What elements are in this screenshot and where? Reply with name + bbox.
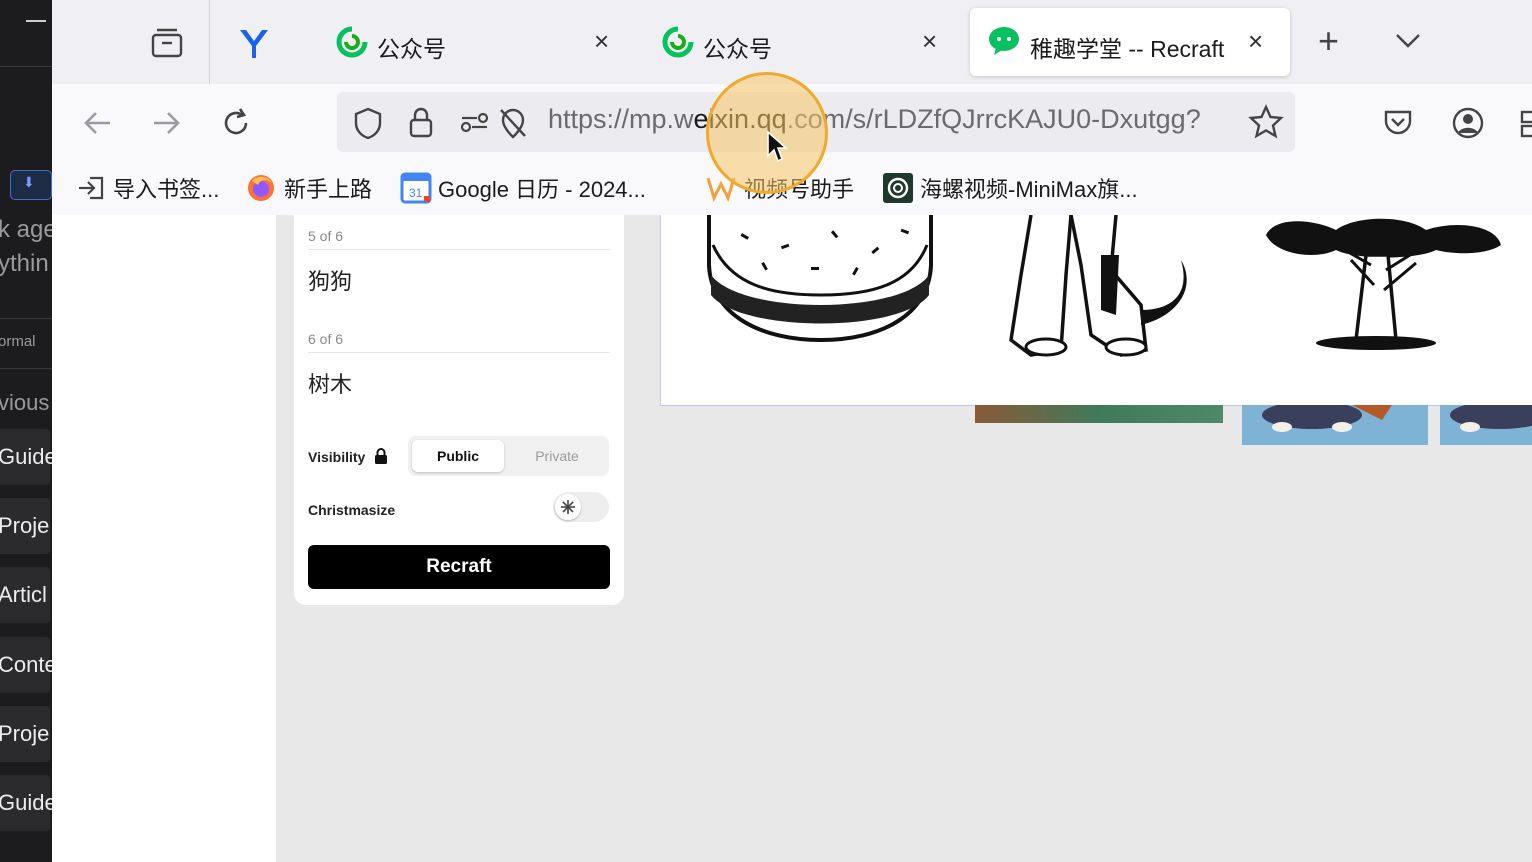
divider (0, 66, 52, 67)
donut-image[interactable] (701, 215, 941, 375)
gongzhonghao-icon (662, 26, 694, 63)
divider (0, 368, 52, 369)
new-tab-icon[interactable]: + (1318, 20, 1339, 62)
url-text[interactable]: https://mp.weixin.qq.com/s/rLDZfQJrrcKAJ… (548, 104, 1238, 135)
download-icon: ⬇ (23, 174, 35, 190)
divider (308, 352, 610, 353)
pocket-icon[interactable] (1382, 106, 1414, 143)
divider (0, 318, 52, 319)
visibility-private-option[interactable]: Private (508, 440, 606, 472)
partial-text: ythin (0, 250, 49, 277)
firefox-icon (246, 173, 276, 208)
mouse-pointer-icon (766, 130, 789, 169)
tab-gongzhonghao-2[interactable]: 公众号 × (656, 0, 956, 84)
recraft-button[interactable]: Recraft (308, 545, 610, 589)
permissions-icon[interactable] (459, 110, 491, 143)
list-all-tabs-icon[interactable] (1394, 30, 1422, 55)
download-chip[interactable]: ⬇ (10, 170, 52, 200)
google-calendar-icon: 31 (400, 172, 432, 209)
prompt-item[interactable]: 树木 (308, 367, 352, 399)
dog-image[interactable] (991, 215, 1201, 365)
tab-label: 公众号 (703, 36, 772, 62)
close-tab-icon[interactable]: × (1248, 26, 1263, 57)
tab-overview-icon[interactable] (150, 26, 184, 65)
background-app-sidebar: ⬇ k age ythin ormal vious Guide Proje Ar… (0, 0, 52, 862)
page-left-margin (52, 215, 276, 862)
bookmark-import[interactable]: 导入书签... (113, 172, 219, 204)
back-icon[interactable] (82, 108, 114, 143)
nav-item-label: Guide (0, 444, 52, 469)
lock-icon (374, 447, 388, 470)
hailuo-icon (882, 172, 914, 209)
close-tab-icon[interactable]: × (594, 26, 609, 57)
tab-active-recraft[interactable]: 稚趣学堂 -- Recraft × (970, 8, 1290, 76)
svg-text:31: 31 (409, 186, 423, 200)
prompt-item[interactable]: 狗狗 (308, 264, 352, 296)
generated-images-frame (660, 215, 1532, 406)
url-prefix: https://mp.w (548, 104, 694, 134)
thumbnail-fox-2[interactable] (1440, 401, 1532, 445)
reload-icon[interactable] (219, 106, 253, 145)
nav-item-label: Articl (0, 582, 47, 607)
account-icon[interactable] (1451, 106, 1485, 145)
nav-item-label: Conte (0, 652, 52, 677)
thumbnail-strip[interactable] (975, 405, 1223, 423)
extensions-icon[interactable] (1520, 108, 1532, 145)
nav-item-label: Proje (0, 513, 50, 538)
minimize-icon[interactable] (26, 20, 46, 22)
partial-text: ormal (0, 333, 36, 350)
wechat-icon (988, 26, 1020, 61)
nav-item-label: Proje (0, 721, 50, 746)
import-bookmarks-icon (76, 174, 106, 207)
tab-label: 稚趣学堂 -- Recraft (1030, 36, 1225, 62)
tab-label: 公众号 (377, 36, 446, 62)
visibility-label: Visibility (308, 449, 366, 465)
close-tab-icon[interactable]: × (922, 26, 937, 57)
christmasize-toggle[interactable] (553, 492, 609, 522)
url-suffix: .com/s/rLDZfQJrrcKAJU0-Dxutgg? (786, 104, 1201, 134)
tree-image[interactable] (1256, 215, 1506, 355)
thumbnail-fox-1[interactable] (1242, 401, 1428, 445)
christmasize-label: Christmasize (308, 502, 396, 518)
toggle-knob (555, 494, 581, 520)
lock-icon[interactable] (407, 104, 435, 145)
forward-icon[interactable] (150, 108, 182, 143)
nav-item-label: Guide (0, 790, 52, 815)
location-blocked-icon[interactable] (497, 106, 529, 145)
visibility-public-option[interactable]: Public (412, 440, 504, 472)
divider (308, 249, 610, 250)
partial-text: vious (0, 390, 50, 415)
tracking-protection-shield-icon[interactable] (352, 106, 384, 145)
item-count: 5 of 6 (308, 228, 344, 244)
tab-separator (209, 0, 210, 84)
pinned-tab-icon[interactable] (238, 26, 270, 65)
bookmark-getting-started[interactable]: 新手上路 (284, 172, 372, 204)
bookmark-star-icon[interactable] (1248, 104, 1284, 145)
partial-text: k age (0, 216, 52, 243)
tab-gongzhonghao-1[interactable]: 公众号 × (330, 0, 630, 84)
snowflake-icon (561, 500, 575, 514)
item-count: 6 of 6 (308, 331, 344, 347)
bookmark-google-calendar[interactable]: Google 日历 - 2024... (438, 172, 646, 204)
bookmark-hailuo-video[interactable]: 海螺视频-MiniMax旗... (920, 172, 1138, 204)
gongzhonghao-icon (336, 26, 368, 63)
